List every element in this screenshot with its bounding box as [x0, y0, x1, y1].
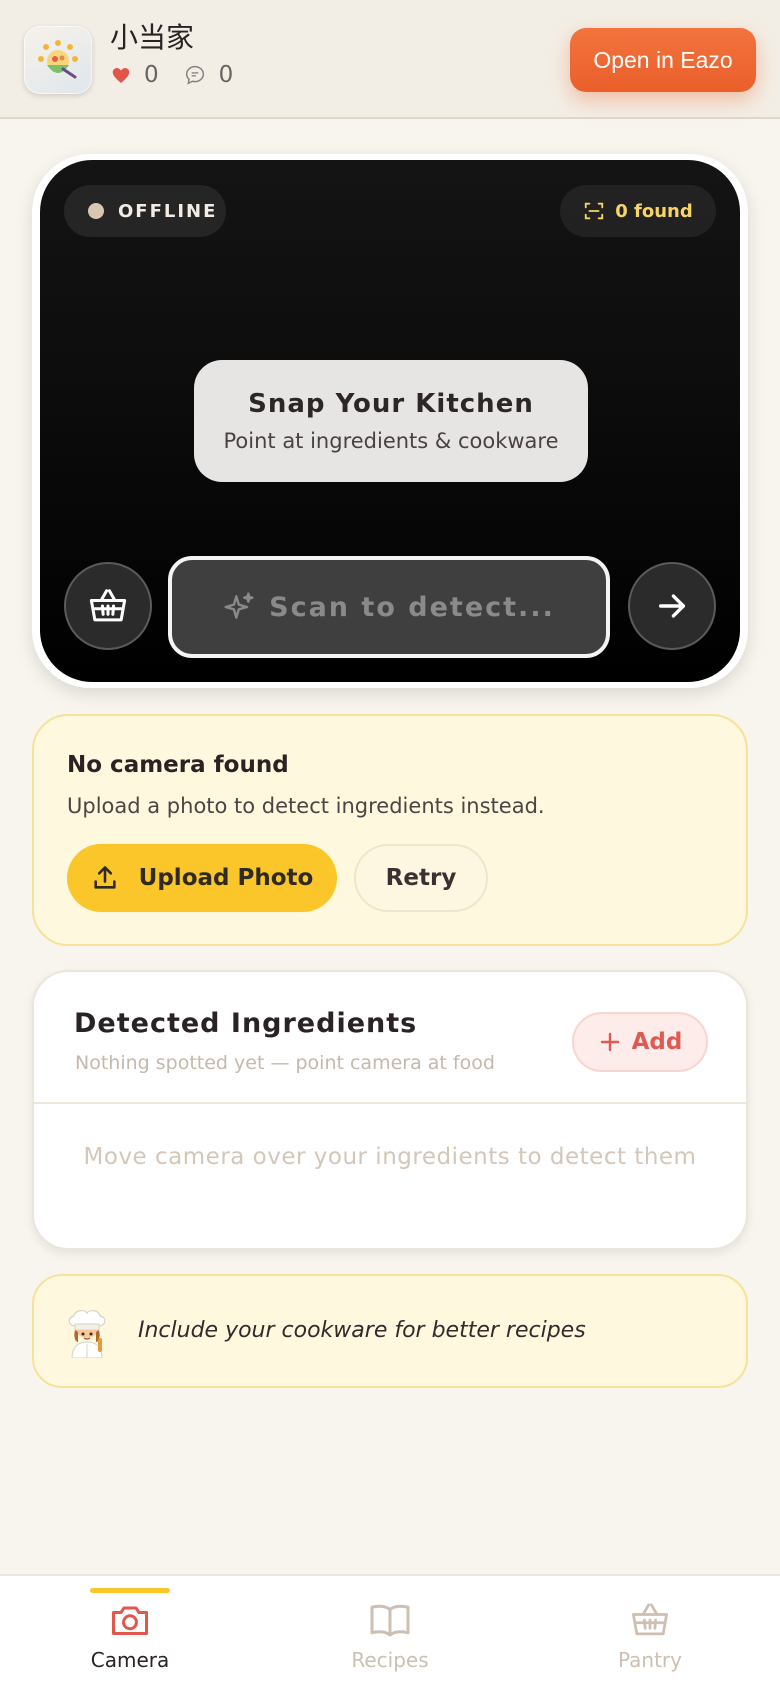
open-in-eazo-button[interactable]: Open in Eazo [570, 28, 756, 92]
found-count-label: 0 found [615, 200, 693, 222]
camera-status-badge: OFFLINE [64, 185, 226, 237]
upload-photo-button[interactable]: Upload Photo [67, 844, 337, 912]
likes-count: 0 [144, 62, 159, 88]
no-camera-message: Upload a photo to detect ingredients ins… [67, 794, 545, 818]
likes-stat[interactable]: 0 [112, 62, 159, 88]
next-button[interactable] [628, 562, 716, 650]
scan-button[interactable]: Scan to detect... [168, 556, 610, 658]
add-ingredient-label: Add [631, 1029, 683, 1055]
active-tab-indicator [90, 1588, 170, 1593]
scan-button-label: Scan to detect... [269, 591, 555, 623]
found-count-badge: 0 found [560, 185, 716, 237]
pantry-shortcut-button[interactable] [64, 562, 152, 650]
upload-photo-label: Upload Photo [138, 865, 314, 891]
tip-text: Include your cookware for better recipes [138, 1318, 586, 1343]
status-dot [88, 203, 104, 219]
camera-prompt: Snap Your Kitchen Point at ingredients &… [194, 360, 588, 482]
app-header: 小当家 0 0 Open in Eazo [0, 0, 780, 119]
camera-prompt-subtitle: Point at ingredients & cookware [223, 429, 559, 453]
arrow-right-icon [658, 594, 686, 618]
heart-icon [112, 67, 130, 83]
add-ingredient-button[interactable]: Add [572, 1012, 708, 1072]
camera-icon [112, 1606, 148, 1635]
upload-icon [94, 866, 116, 889]
app-logo [24, 26, 92, 94]
camera-viewport[interactable]: OFFLINE 0 found Snap Your Kitchen Point … [40, 160, 740, 682]
nav-item-recipes[interactable]: Recipes [300, 1576, 480, 1688]
comments-stat[interactable]: 0 [185, 62, 234, 88]
basket-icon [632, 1603, 668, 1636]
bottom-navigation: Camera Recipes Pantry [0, 1574, 780, 1688]
plus-icon [600, 1032, 619, 1052]
nav-label-camera: Camera [90, 1648, 170, 1672]
book-icon [370, 1604, 410, 1637]
app-logo-icon [38, 40, 78, 79]
detected-ingredients-card: Detected Ingredients Nothing spotted yet… [32, 970, 748, 1250]
camera-status-label: OFFLINE [118, 200, 218, 222]
detected-ingredients-title: Detected Ingredients [74, 1008, 418, 1039]
engagement-stats: 0 0 [112, 62, 259, 88]
nav-item-pantry[interactable]: Pantry [560, 1576, 740, 1688]
sparkle-icon [224, 592, 254, 619]
camera-card: OFFLINE 0 found Snap Your Kitchen Point … [32, 154, 748, 688]
retry-button[interactable]: Retry [354, 844, 488, 912]
comment-icon [185, 65, 204, 85]
comments-count: 0 [218, 62, 234, 88]
detected-ingredients-subtitle: Nothing spotted yet — point camera at fo… [75, 1052, 495, 1074]
nav-label-recipes: Recipes [351, 1648, 429, 1672]
cookware-tip: Include your cookware for better recipes [32, 1274, 748, 1388]
no-camera-notice: No camera found Upload a photo to detect… [32, 714, 748, 946]
nav-label-pantry: Pantry [618, 1648, 682, 1672]
scan-frame-icon [585, 202, 604, 220]
nav-item-camera[interactable]: Camera [40, 1576, 220, 1688]
no-camera-title: No camera found [67, 752, 289, 778]
app-title: 小当家 [110, 21, 195, 54]
divider [34, 1102, 746, 1104]
camera-prompt-title: Snap Your Kitchen [248, 389, 534, 419]
chef-emoji-icon [68, 1310, 106, 1358]
empty-state-message: Move camera over your ingredients to det… [83, 1144, 697, 1170]
basket-icon [89, 589, 127, 622]
